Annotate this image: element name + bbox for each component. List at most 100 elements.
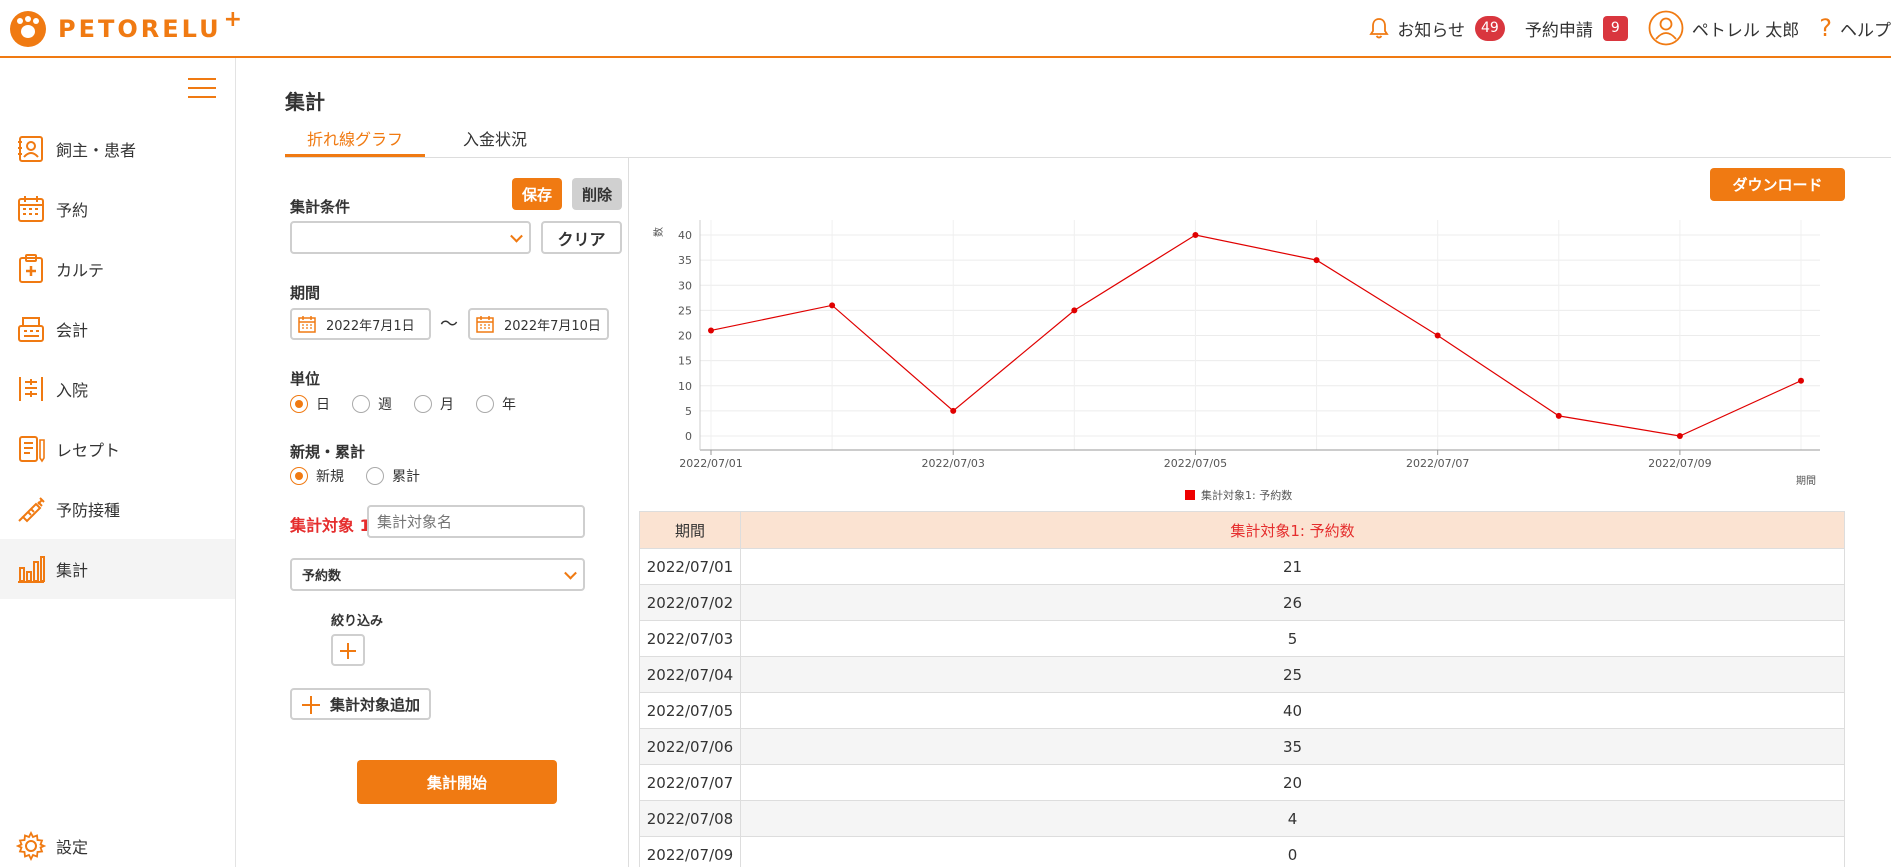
- mode-label: 新規・累計: [290, 443, 366, 461]
- receipt-icon: [19, 436, 45, 463]
- y-tick-label: 30: [678, 279, 692, 292]
- notifications-label: お知らせ: [1397, 20, 1466, 41]
- target-metric-select[interactable]: 予約数: [290, 558, 585, 591]
- add-target-label: 集計対象追加: [330, 695, 421, 714]
- mode-option-new[interactable]: 新規: [290, 466, 344, 486]
- sidebar-item-settings[interactable]: 設定: [0, 816, 235, 867]
- panel-divider: [628, 158, 629, 867]
- unit-radio-group: 日 週 月 年: [290, 394, 538, 414]
- date-range-separator: 〜: [440, 314, 458, 335]
- mode-option-cumulative[interactable]: 累計: [366, 466, 420, 486]
- logo-text: PETORELU: [58, 15, 222, 43]
- radio-button[interactable]: [290, 395, 308, 413]
- sidebar-item-medical-chart[interactable]: カルテ: [0, 239, 235, 299]
- y-tick-label: 35: [678, 254, 692, 267]
- reservation-requests-button[interactable]: 予約申請 9: [1524, 15, 1628, 41]
- clear-button[interactable]: クリア: [541, 221, 622, 254]
- radio-button[interactable]: [352, 395, 370, 413]
- sidebar-item-aggregation[interactable]: 集計: [0, 539, 235, 599]
- chart-legend[interactable]: 集計対象1: 予約数: [1185, 487, 1292, 503]
- save-button[interactable]: 保存: [512, 178, 562, 210]
- unit-option-week[interactable]: 週: [352, 394, 392, 414]
- user-menu[interactable]: ペトレル 太郎: [1648, 10, 1799, 46]
- help-icon: ?: [1819, 14, 1832, 42]
- sidebar-item-vaccination[interactable]: 予防接種: [0, 479, 235, 539]
- radio-button[interactable]: [290, 467, 308, 485]
- column-header-value: 集計対象1: 予約数: [740, 511, 1845, 549]
- x-tick-label: 2022/07/05: [1164, 457, 1227, 470]
- data-point: [1071, 307, 1078, 314]
- sidebar-item-hospitalization[interactable]: 入院: [0, 359, 235, 419]
- start-aggregation-button[interactable]: 集計開始: [357, 760, 557, 804]
- table-cell-value: 21: [740, 548, 1845, 585]
- table-row: 2022/07/02 26: [639, 584, 1845, 621]
- table-row: 2022/07/08 4: [639, 800, 1845, 837]
- medical-chart-icon: [19, 254, 43, 283]
- tab-payment-status[interactable]: 入金状況: [450, 125, 540, 158]
- sidebar-item-label: 入院: [56, 381, 89, 400]
- sidebar-item-receipt[interactable]: レセプト: [0, 419, 235, 479]
- user-avatar-icon: [1648, 10, 1684, 46]
- download-button[interactable]: ダウンロード: [1710, 168, 1845, 201]
- sidebar-item-reservation[interactable]: 予約: [0, 179, 235, 239]
- reservation-requests-label: 予約申請: [1524, 20, 1593, 41]
- y-axis-label: 数: [652, 227, 665, 237]
- radio-label: 日: [316, 397, 330, 413]
- table-cell-period: 2022/07/05: [639, 692, 741, 729]
- y-tick-label: 40: [678, 229, 692, 242]
- sidebar-item-label: カルテ: [56, 261, 105, 280]
- line-chart: 0 5 10 15 20 25 30 35 40 2022/07/01 2022/07/03 2022…: [652, 220, 1820, 487]
- y-tick-label: 15: [678, 355, 692, 368]
- notifications-badge: 49: [1475, 15, 1505, 41]
- calendar-icon: [298, 316, 316, 333]
- paw-logo-icon: [10, 11, 46, 47]
- bar-chart-icon: [18, 556, 45, 583]
- data-point: [829, 302, 836, 309]
- table-row: 2022/07/04 25: [639, 656, 1845, 693]
- help-button[interactable]: ? ヘルプ: [1819, 14, 1891, 42]
- filter-label: 絞り込み: [331, 614, 384, 629]
- x-tick-label: 2022/07/09: [1648, 457, 1711, 470]
- target-name-input[interactable]: [367, 505, 585, 538]
- radio-button[interactable]: [366, 467, 384, 485]
- data-point: [950, 407, 957, 414]
- hamburger-menu-icon[interactable]: [188, 78, 216, 100]
- date-to-field[interactable]: 2022年7月10日: [468, 308, 609, 340]
- sidebar-item-accounting[interactable]: 会計: [0, 299, 235, 359]
- notifications-button[interactable]: お知らせ 49: [1369, 15, 1505, 41]
- table-cell-value: 0: [740, 836, 1845, 867]
- unit-option-month[interactable]: 月: [414, 394, 454, 414]
- sidebar-item-label: 飼主・患者: [56, 141, 137, 160]
- period-label: 期間: [290, 284, 321, 302]
- table-cell-period: 2022/07/06: [639, 728, 741, 765]
- table-cell-value: 25: [740, 656, 1845, 693]
- table-row: 2022/07/07 20: [639, 764, 1845, 801]
- radio-label: 年: [502, 397, 516, 413]
- condition-select[interactable]: [290, 221, 531, 254]
- date-from-field[interactable]: 2022年7月1日: [290, 308, 431, 340]
- table-cell-value: 26: [740, 584, 1845, 621]
- sidebar-item-owner-patient[interactable]: 飼主・患者: [0, 119, 235, 179]
- delete-button[interactable]: 削除: [572, 178, 622, 210]
- unit-option-day[interactable]: 日: [290, 394, 330, 414]
- unit-label: 単位: [290, 370, 321, 388]
- table-cell-value: 20: [740, 764, 1845, 801]
- unit-option-year[interactable]: 年: [476, 394, 516, 414]
- mode-radio-group: 新規 累計: [290, 466, 442, 486]
- gear-icon: [16, 831, 46, 861]
- legend-label: 集計対象1: 予約数: [1201, 489, 1293, 502]
- logo-plus: +: [223, 6, 242, 32]
- x-tick-label: 2022/07/07: [1406, 457, 1469, 470]
- sidebar-item-label: 設定: [56, 838, 89, 857]
- add-target-button[interactable]: 集計対象追加: [290, 688, 431, 720]
- radio-button[interactable]: [414, 395, 432, 413]
- target-label: 集計対象 1: [290, 516, 371, 535]
- y-tick-label: 25: [678, 304, 692, 317]
- table-cell-period: 2022/07/09: [639, 836, 741, 867]
- target-metric-value: 予約数: [302, 569, 342, 584]
- radio-button[interactable]: [476, 395, 494, 413]
- add-filter-button[interactable]: [331, 634, 365, 666]
- logo[interactable]: PETORELU +: [10, 6, 242, 50]
- tab-line-chart[interactable]: 折れ線グラフ: [285, 125, 425, 158]
- table-cell-period: 2022/07/03: [639, 620, 741, 657]
